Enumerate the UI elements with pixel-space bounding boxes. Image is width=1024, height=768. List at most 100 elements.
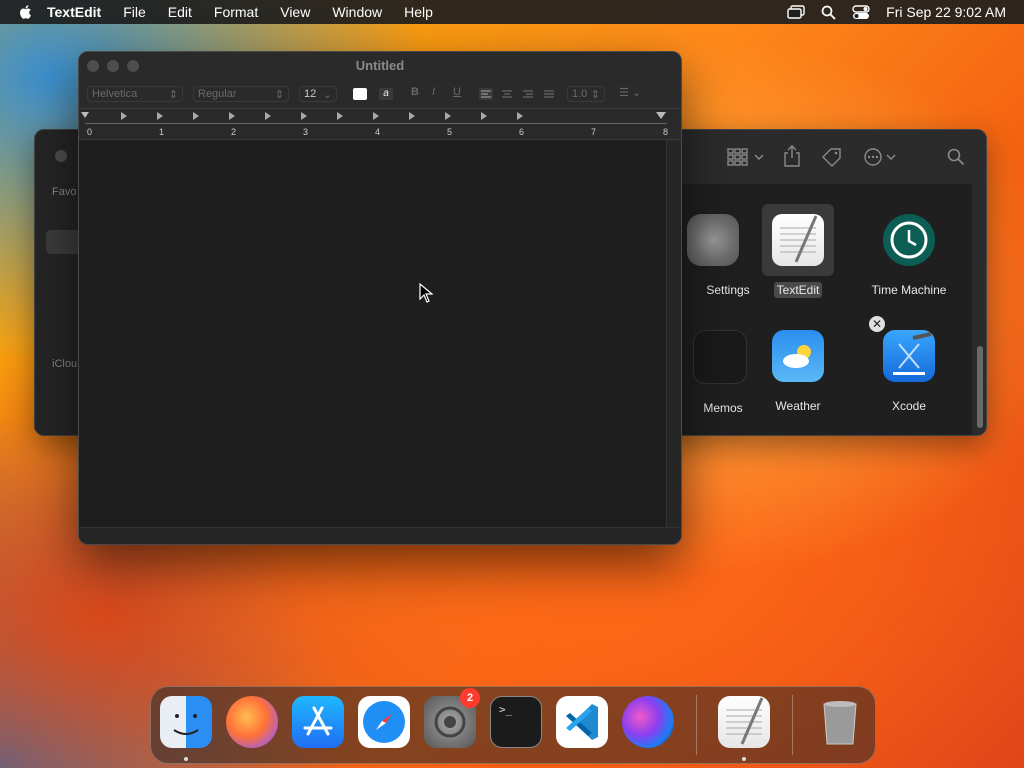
window-title: Untitled [355, 58, 405, 73]
textedit-titlebar: Untitled Helvetica ⇕ Regular ⇕ 12 ⌄ a B I U… [79, 52, 681, 109]
line-spacing-popup[interactable]: 1.0 ⇕ [567, 86, 605, 102]
app-time-machine[interactable]: Time Machine [859, 214, 959, 298]
left-margin-marker[interactable] [81, 112, 89, 118]
stepper-icon: ⇕ [168, 88, 178, 101]
more-actions-icon[interactable] [863, 147, 901, 167]
menu-edit[interactable]: Edit [168, 0, 192, 24]
share-icon[interactable] [783, 145, 801, 167]
finder-close-button[interactable] [55, 150, 67, 162]
align-left-icon[interactable] [479, 88, 493, 100]
underline-button[interactable]: U [453, 86, 461, 102]
dock: 2 >_ [150, 686, 876, 764]
finder-content: Settings TextEdit Time Machine Memos Wea… [675, 184, 972, 435]
ruler-number: 4 [375, 127, 381, 137]
dock-app-store-icon[interactable] [292, 696, 344, 748]
ruler-number: 0 [87, 127, 93, 137]
tab-stop[interactable] [445, 112, 451, 120]
align-center-icon[interactable] [500, 88, 514, 100]
app-xcode[interactable]: ✕ Xcode [859, 316, 959, 414]
tab-stop[interactable] [121, 112, 127, 120]
textedit-window: Untitled Helvetica ⇕ Regular ⇕ 12 ⌄ a B I U… [78, 51, 682, 545]
dock-separator [696, 695, 697, 755]
background-color-well[interactable]: a [379, 88, 393, 100]
weather-icon [772, 330, 824, 382]
dock-siri-icon[interactable] [622, 696, 674, 748]
sidebar-section-icloud: iClou [52, 358, 78, 370]
ruler-number: 2 [231, 127, 237, 137]
stepper-icon: ⇕ [274, 88, 284, 101]
align-right-icon[interactable] [521, 88, 535, 100]
stepper-icon: ⇕ [590, 88, 600, 101]
menu-window[interactable]: Window [332, 0, 382, 24]
mouse-cursor-icon [419, 283, 433, 303]
text-color-well[interactable] [353, 88, 367, 100]
tab-stop[interactable] [193, 112, 199, 120]
tab-stop[interactable] [409, 112, 415, 120]
time-machine-icon [883, 214, 935, 266]
app-label: Time Machine [871, 283, 947, 297]
app-weather[interactable]: Weather [748, 330, 848, 414]
right-margin-marker[interactable] [656, 112, 666, 119]
list-style-popup[interactable]: ☰ ⌄ [619, 86, 649, 102]
menu-format[interactable]: Format [214, 0, 258, 24]
sidebar-section-favorites: Favo [52, 186, 77, 198]
font-style-popup[interactable]: Regular ⇕ [193, 86, 289, 102]
app-textedit[interactable]: TextEdit [748, 214, 848, 298]
dock-safari-icon[interactable] [358, 696, 410, 748]
finder-search-icon[interactable] [947, 148, 965, 166]
dock-vscode-icon[interactable] [556, 696, 608, 748]
menu-file[interactable]: File [123, 0, 146, 24]
italic-button[interactable]: I [432, 86, 435, 102]
tab-stop[interactable] [265, 112, 271, 120]
tab-stop[interactable] [301, 112, 307, 120]
apple-menu-icon[interactable] [18, 4, 34, 20]
spotlight-search-icon[interactable] [821, 5, 836, 20]
ruler-number: 8 [663, 127, 669, 137]
dock-terminal-icon[interactable]: >_ [490, 696, 542, 748]
menu-clock[interactable]: Fri Sep 22 9:02 AM [886, 4, 1006, 20]
menu-bar: TextEdit File Edit Format View Window He… [0, 0, 1024, 24]
xcode-icon [883, 330, 935, 382]
list-bullets-icon: ☰ ⌄ [619, 87, 642, 99]
menu-help[interactable]: Help [404, 0, 433, 24]
ruler-number: 5 [447, 127, 453, 137]
view-options-icon[interactable] [727, 148, 767, 166]
dock-trash-icon[interactable] [814, 696, 866, 748]
font-family-popup[interactable]: Helvetica ⇕ [87, 86, 183, 102]
tag-icon[interactable] [821, 147, 843, 167]
app-label: Weather [775, 399, 821, 413]
justify-icon[interactable] [542, 88, 556, 100]
menu-app-name[interactable]: TextEdit [47, 0, 101, 24]
running-indicator [742, 757, 746, 761]
text-editor-area[interactable] [79, 140, 666, 528]
tab-stop[interactable] [481, 112, 487, 120]
tab-stop[interactable] [229, 112, 235, 120]
horizontal-scrollbar[interactable] [79, 527, 681, 544]
tab-stop[interactable] [157, 112, 163, 120]
tab-stop[interactable] [337, 112, 343, 120]
font-size-combo[interactable]: 12 ⌄ [299, 86, 337, 102]
menu-view[interactable]: View [280, 0, 310, 24]
finder-scrollbar[interactable] [977, 346, 983, 428]
ruler-number: 6 [519, 127, 525, 137]
terminal-prompt-icon: >_ [499, 703, 513, 716]
control-center-icon[interactable] [852, 4, 870, 20]
dock-finder-icon[interactable] [160, 696, 212, 748]
tab-stop[interactable] [373, 112, 379, 120]
tab-stop[interactable] [517, 112, 523, 120]
running-indicator [184, 757, 188, 761]
ruler-number: 3 [303, 127, 309, 137]
dock-system-settings-icon[interactable]: 2 [424, 688, 480, 748]
ruler-baseline [85, 123, 667, 124]
notification-badge: 2 [460, 688, 480, 708]
textedit-icon [772, 214, 824, 266]
dock-textedit-icon[interactable] [718, 696, 770, 748]
ruler[interactable]: 0 1 2 3 4 5 6 7 8 [79, 109, 681, 140]
screen-mirroring-icon[interactable] [787, 5, 805, 19]
dock-firefox-icon[interactable] [226, 696, 278, 748]
voice-memos-icon [693, 330, 747, 384]
xcode-delete-icon[interactable]: ✕ [869, 316, 885, 332]
app-label: TextEdit [748, 282, 848, 298]
vertical-scrollbar[interactable] [666, 140, 681, 528]
bold-button[interactable]: B [411, 86, 419, 102]
